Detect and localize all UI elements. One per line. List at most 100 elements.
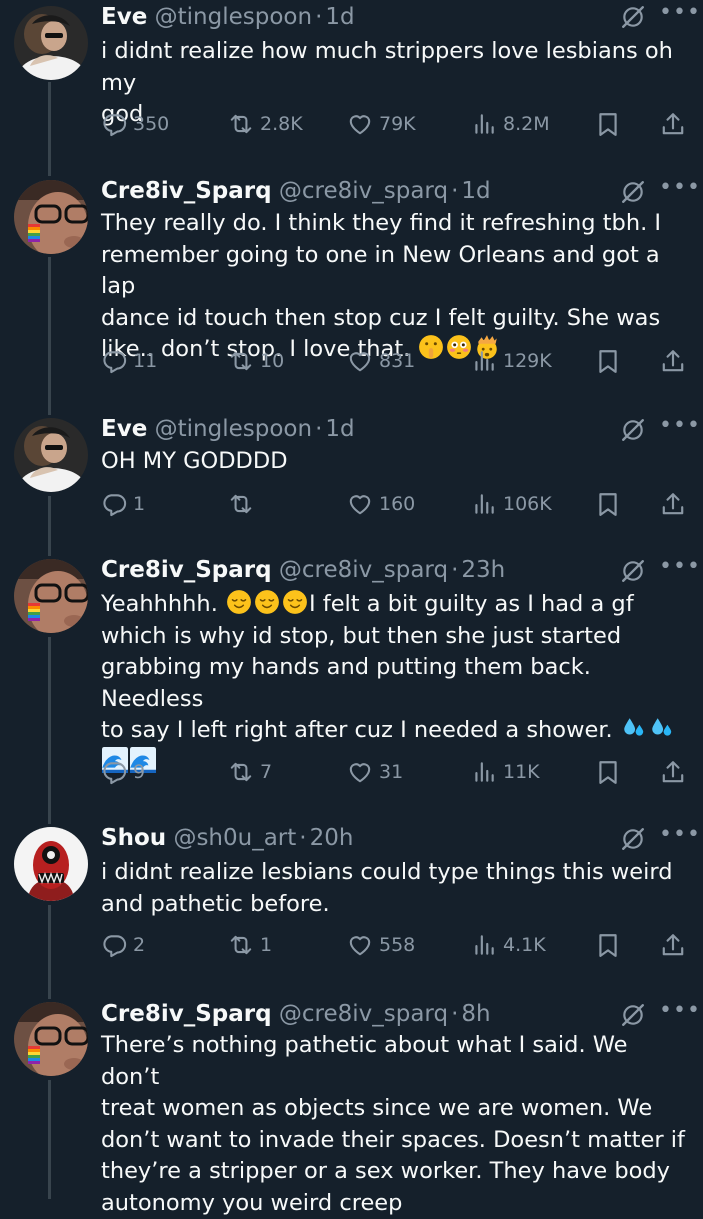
repost-button[interactable]: 1 — [228, 929, 272, 961]
views-icon — [471, 759, 497, 785]
handle[interactable]: @tinglespoon — [155, 4, 312, 30]
tweet-header: Cre8iv_Sparq @cre8iv_sparq · 8h — [101, 1001, 491, 1027]
avatar[interactable] — [14, 6, 88, 80]
repost-icon — [228, 348, 254, 374]
display-name[interactable]: Cre8iv_Sparq — [101, 178, 272, 204]
reply-icon — [101, 932, 127, 958]
views-button[interactable]: 4.1K — [471, 929, 546, 961]
bookmark-button[interactable] — [595, 345, 621, 377]
reply-button[interactable]: 11 — [101, 345, 157, 377]
repost-button[interactable]: 10 — [228, 345, 284, 377]
share-button[interactable] — [660, 345, 686, 377]
action-bar: 350 2.8K 79K 8.2M — [0, 108, 703, 140]
timestamp[interactable]: 23h — [461, 557, 505, 583]
handle[interactable]: @sh0u_art — [173, 825, 296, 851]
timestamp[interactable]: 8h — [461, 1001, 490, 1027]
bookmark-button[interactable] — [595, 756, 621, 788]
more-icon[interactable]: ••• — [659, 415, 700, 443]
grok-icon[interactable] — [620, 179, 646, 205]
like-button[interactable]: 31 — [347, 756, 403, 788]
grok-icon[interactable] — [620, 4, 646, 30]
repost-button[interactable]: 7 — [228, 756, 272, 788]
bookmark-icon — [595, 759, 621, 785]
like-button[interactable]: 160 — [347, 488, 415, 520]
repost-icon — [228, 111, 254, 137]
share-icon — [660, 111, 686, 137]
action-bar: 1 160 106K — [0, 488, 703, 520]
repost-icon — [228, 491, 254, 517]
reply-icon — [101, 491, 127, 517]
reply-button[interactable]: 1 — [101, 488, 145, 520]
handle[interactable]: @cre8iv_sparq — [279, 557, 448, 583]
more-icon[interactable]: ••• — [659, 556, 700, 584]
grok-icon[interactable] — [620, 1002, 646, 1028]
bookmark-icon — [595, 491, 621, 517]
repost-icon — [228, 932, 254, 958]
grok-icon[interactable] — [620, 826, 646, 852]
action-bar: 9 7 31 11K — [0, 756, 703, 788]
avatar[interactable] — [14, 418, 88, 492]
heart-icon — [347, 932, 373, 958]
display-name[interactable]: Eve — [101, 416, 147, 442]
reply-icon — [101, 759, 127, 785]
grok-icon[interactable] — [620, 558, 646, 584]
bookmark-button[interactable] — [595, 488, 621, 520]
views-button[interactable]: 11K — [471, 756, 540, 788]
avatar[interactable] — [14, 827, 88, 901]
more-icon[interactable]: ••• — [659, 177, 700, 205]
avatar[interactable] — [14, 559, 88, 633]
display-name[interactable]: Cre8iv_Sparq — [101, 557, 272, 583]
views-icon — [471, 111, 497, 137]
avatar[interactable] — [14, 180, 88, 254]
more-icon[interactable]: ••• — [659, 2, 700, 30]
reply-button[interactable]: 9 — [101, 756, 145, 788]
display-name[interactable]: Eve — [101, 4, 147, 30]
tweet-text: OH MY GODDDD — [101, 448, 288, 474]
bookmark-button[interactable] — [595, 929, 621, 961]
share-button[interactable] — [660, 756, 686, 788]
share-button[interactable] — [660, 108, 686, 140]
more-icon[interactable]: ••• — [659, 824, 700, 852]
reply-button[interactable]: 350 — [101, 108, 169, 140]
action-bar: 11 10 831 129K — [0, 345, 703, 377]
timestamp[interactable]: 1d — [461, 178, 490, 204]
handle[interactable]: @cre8iv_sparq — [279, 1001, 448, 1027]
thread-line — [48, 257, 51, 415]
views-button[interactable]: 129K — [471, 345, 552, 377]
grok-icon[interactable] — [620, 417, 646, 443]
more-icon[interactable]: ••• — [659, 1000, 700, 1028]
bookmark-icon — [595, 111, 621, 137]
bookmark-button[interactable] — [595, 108, 621, 140]
handle[interactable]: @cre8iv_sparq — [279, 178, 448, 204]
tweet-header: Cre8iv_Sparq @cre8iv_sparq · 1d — [101, 178, 491, 204]
repost-button[interactable]: 2.8K — [228, 108, 303, 140]
tweet-header: Eve @tinglespoon · 1d — [101, 416, 355, 442]
display-name[interactable]: Shou — [101, 825, 166, 851]
views-button[interactable]: 8.2M — [471, 108, 550, 140]
timestamp[interactable]: 20h — [310, 825, 354, 851]
heart-icon — [347, 111, 373, 137]
relieved-face-emoji — [254, 589, 280, 615]
tweet-header: Shou @sh0u_art · 20h — [101, 825, 354, 851]
heart-icon — [347, 759, 373, 785]
repost-button[interactable] — [228, 488, 254, 520]
reply-button[interactable]: 2 — [101, 929, 145, 961]
share-button[interactable] — [660, 929, 686, 961]
like-button[interactable]: 79K — [347, 108, 416, 140]
views-button[interactable]: 106K — [471, 488, 552, 520]
like-button[interactable]: 831 — [347, 345, 415, 377]
tweet-text: Yeahhhhh. I felt a bit guilty as I had a… — [101, 589, 691, 778]
repost-icon — [228, 759, 254, 785]
timestamp[interactable]: 1d — [325, 416, 354, 442]
like-button[interactable]: 558 — [347, 929, 415, 961]
views-icon — [471, 932, 497, 958]
share-button[interactable] — [660, 488, 686, 520]
avatar[interactable] — [14, 1002, 88, 1076]
tweet-header: Eve @tinglespoon · 1d — [101, 4, 355, 30]
handle[interactable]: @tinglespoon — [155, 416, 312, 442]
relieved-face-emoji — [282, 589, 308, 615]
thread-line — [48, 637, 51, 824]
timestamp[interactable]: 1d — [325, 4, 354, 30]
display-name[interactable]: Cre8iv_Sparq — [101, 1001, 272, 1027]
heart-icon — [347, 491, 373, 517]
